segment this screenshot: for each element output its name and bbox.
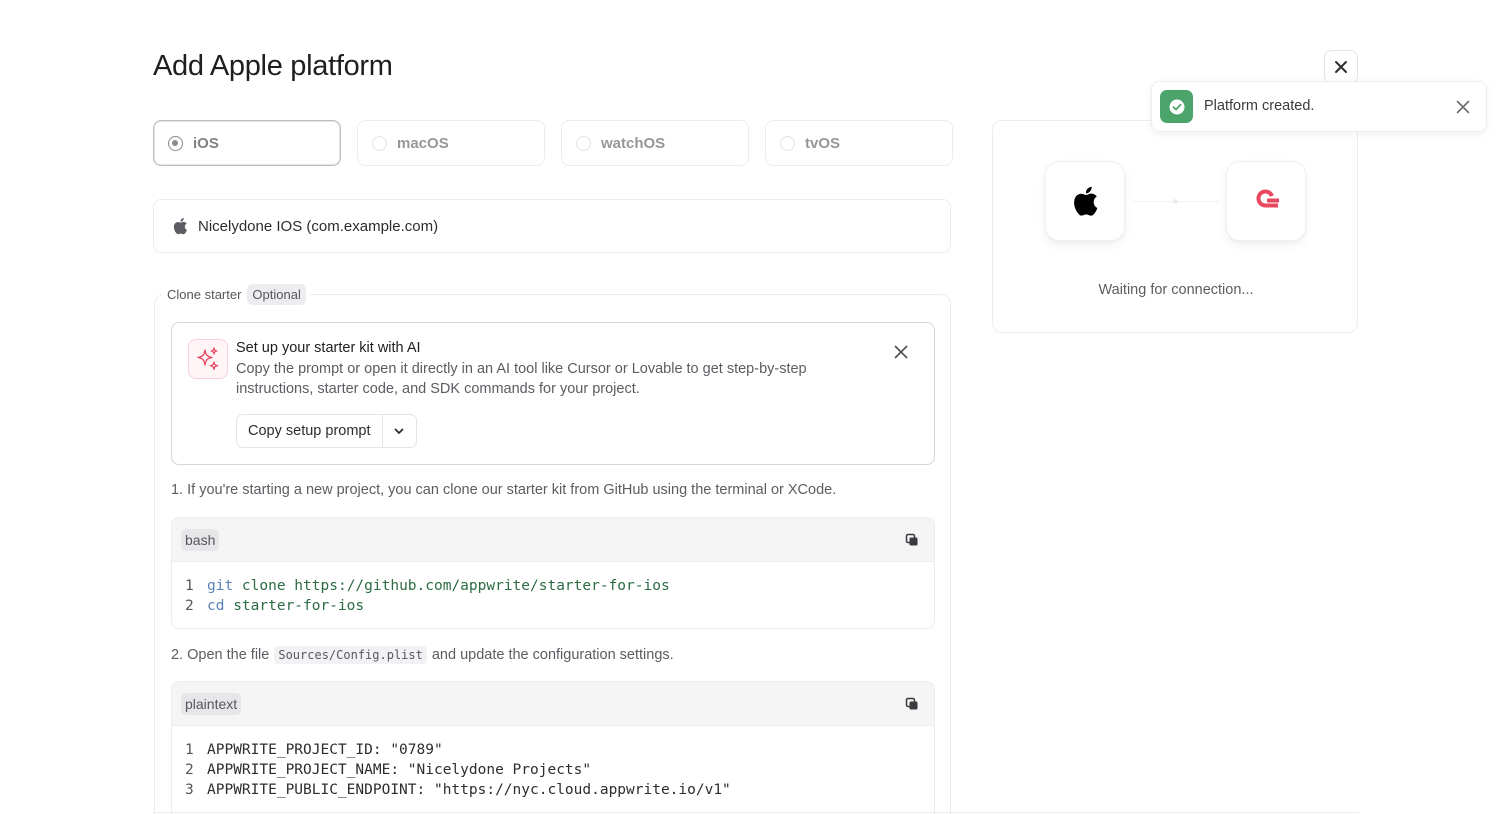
code-line: 3 APPWRITE_PUBLIC_ENDPOINT: "https://nyc.… [185,782,731,798]
step-2-before: 2. Open the file [171,647,270,663]
tab-tvos[interactable]: tvOS [765,120,953,166]
toast-close-button[interactable] [1452,96,1474,118]
tab-macos-label: macOS [397,134,449,152]
app-name: Nicelydone IOS (com.example.com) [198,217,439,235]
code-line: 1 APPWRITE_PROJECT_ID: "0789" [185,742,443,758]
code-lines: 1 APPWRITE_PROJECT_ID: "0789" 2 APPWRITE_P… [172,726,934,800]
ai-card-title: Set up your starter kit with AI [236,340,421,356]
appwrite-logo-box [1226,161,1306,241]
apple-logo-box [1045,161,1125,241]
tab-macos[interactable]: macOS [357,120,545,166]
close-modal-button[interactable] [1324,50,1358,84]
copy-icon [905,533,918,545]
sparkles-icon [188,339,228,379]
code-lines: 1 git clone https://github.com/appwrite/s… [172,562,934,616]
clone-starter-legend: Clone starter Optional [163,284,310,305]
toast-notification: Platform created. [1151,81,1487,132]
radio-ios[interactable] [168,135,183,151]
code-line: 2 APPWRITE_PROJECT_NAME: "Nicelydone Proj… [185,762,592,778]
tab-ios[interactable]: iOS [153,120,341,166]
code-line: 1 git clone https://github.com/appwrite/s… [185,578,670,594]
code-language-badge: bash [181,528,220,551]
apple-icon [1074,186,1098,216]
radio-watchos[interactable] [576,135,591,151]
ai-setup-card: Set up your starter kit with AI Copy the… [171,322,935,465]
apple-icon [173,217,187,235]
step-2-text: 2. Open the file Sources/Config.plist an… [171,646,674,664]
tab-watchos-label: watchOS [601,134,666,152]
close-icon [1456,100,1470,114]
close-icon [1335,61,1347,73]
code-header: bash [172,518,934,562]
appwrite-logo-icon [1256,189,1279,208]
chevron-down-icon [394,428,404,434]
connection-card: Waiting for connection... [992,120,1358,333]
toast-message: Platform created. [1204,98,1315,114]
connection-status: Waiting for connection... [1098,282,1254,298]
plaintext-code-block: plaintext 1 APPWRITE_PROJECT_ID: "0789" 2… [171,681,935,814]
tab-watchos[interactable]: watchOS [561,120,749,166]
close-icon [894,345,908,359]
copy-code-button[interactable] [902,694,922,714]
step-2-after: and update the configuration settings. [431,647,674,663]
tab-ios-label: iOS [193,134,219,152]
copy-setup-prompt-button[interactable]: Copy setup prompt [236,414,383,448]
ai-card-description: Copy the prompt or open it directly in a… [236,361,807,397]
code-line: 2 cd starter-for-ios [185,598,365,614]
divider [153,812,1359,813]
tab-tvos-label: tvOS [805,134,841,152]
connection-dot [1173,199,1178,204]
platform-tabs: iOS macOS watchOS tvOS [153,120,953,166]
page-title: Add Apple platform [153,50,393,82]
copy-prompt-dropdown-button[interactable] [382,414,417,448]
code-header: plaintext [172,682,934,726]
app-selector[interactable]: Nicelydone IOS (com.example.com) [153,199,951,253]
ai-card-close-button[interactable] [890,341,912,363]
code-language-badge: plaintext [181,692,242,715]
step-1-text: 1. If you're starting a new project, you… [171,482,837,498]
success-icon [1160,90,1193,123]
config-file-path: Sources/Config.plist [274,646,427,664]
optional-badge: Optional [247,284,306,305]
legend-label: Clone starter [167,287,242,302]
bash-code-block: bash 1 git clone https://github.com/appwr… [171,517,935,629]
copy-code-button[interactable] [902,530,922,550]
copy-prompt-split-button: Copy setup prompt [236,414,417,448]
copy-icon [905,697,918,709]
radio-macos[interactable] [372,135,387,151]
radio-tvos[interactable] [780,135,795,151]
